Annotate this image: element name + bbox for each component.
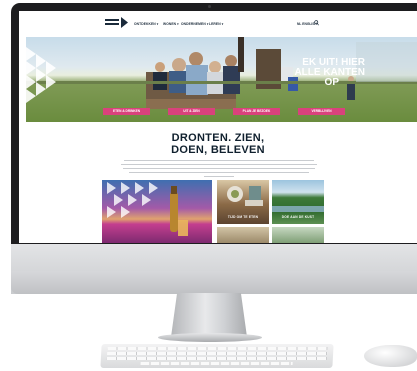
mouse [364, 345, 417, 367]
intro-title: DRONTEN. ZIEN, [171, 132, 265, 144]
eten-drinken-button[interactable]: ETEN & DRINKEN [103, 108, 150, 115]
monitor-chin-bottom [11, 271, 417, 294]
nav-item-label: LEREN [209, 22, 221, 26]
nav-item-label: ONDERNEMEN [181, 22, 206, 26]
chevron-down-icon: ▾ [221, 22, 224, 26]
tile-tijd-om-te-eten[interactable]: TIJD OM TE ETEN [217, 180, 269, 224]
nav-item-ontdekken[interactable]: ONTDEKKEN▾ [134, 22, 158, 26]
tile-label: DOE AAN DE KUST [281, 215, 315, 219]
keyboard [100, 344, 334, 368]
tile-doe-aan-de-kust[interactable]: DOE AAN DE KUST [272, 180, 324, 224]
tile-tulips-drink[interactable] [102, 180, 212, 243]
monitor-stand-base [158, 333, 262, 342]
keyboard-keys [107, 347, 328, 350]
keyboard-spacebar [140, 362, 293, 365]
intro-paragraph [129, 172, 309, 174]
hero-title: OP [324, 77, 339, 88]
dronten-logo-icon[interactable] [105, 16, 129, 29]
tile-bottom-left[interactable] [217, 227, 269, 243]
intro-paragraph [124, 160, 314, 162]
intro-title: DOEN, BELEVEN [171, 144, 265, 156]
plan-je-bezoek-button[interactable]: PLAN JE BEZOEK [233, 108, 280, 115]
nav-item-leren[interactable]: LEREN▾ [209, 22, 223, 26]
triangle-pattern-icon [26, 47, 56, 103]
tile-photo [107, 182, 188, 236]
browser-screen: ONTDEKKEN▾ WONEN▾ ONDERNEMEN▾ LEREN▾ NL … [19, 11, 417, 243]
nav-item-label: WONEN [163, 22, 177, 26]
chevron-down-icon: ▾ [156, 22, 159, 26]
keyboard-keys [107, 352, 328, 355]
intro-paragraph [123, 168, 315, 170]
keyboard-keys [106, 357, 327, 360]
nav-item-ondernemen[interactable]: ONDERNEMEN▾ [181, 22, 208, 26]
hero-banner: EK UIT! HIER ALLE KANTEN OP [26, 37, 417, 122]
intro-paragraph [121, 164, 317, 166]
chevron-down-icon: ▾ [177, 22, 179, 26]
monitor-stand [171, 293, 247, 337]
nav-item-wonen[interactable]: WONEN▾ [163, 22, 179, 26]
hero-photo [26, 37, 417, 109]
verblijven-button[interactable]: VERBLIJVEN [298, 108, 345, 115]
search-icon[interactable] [314, 20, 319, 26]
tile-label: TIJD OM TE ETEN [227, 215, 259, 219]
camera-icon [208, 5, 211, 8]
uit-zien-button[interactable]: UIT & ZIEN [168, 108, 215, 115]
tile-bottom-right[interactable] [272, 227, 324, 243]
nav-item-label: ONTDEKKEN [134, 22, 156, 26]
intro-paragraph [204, 176, 234, 178]
